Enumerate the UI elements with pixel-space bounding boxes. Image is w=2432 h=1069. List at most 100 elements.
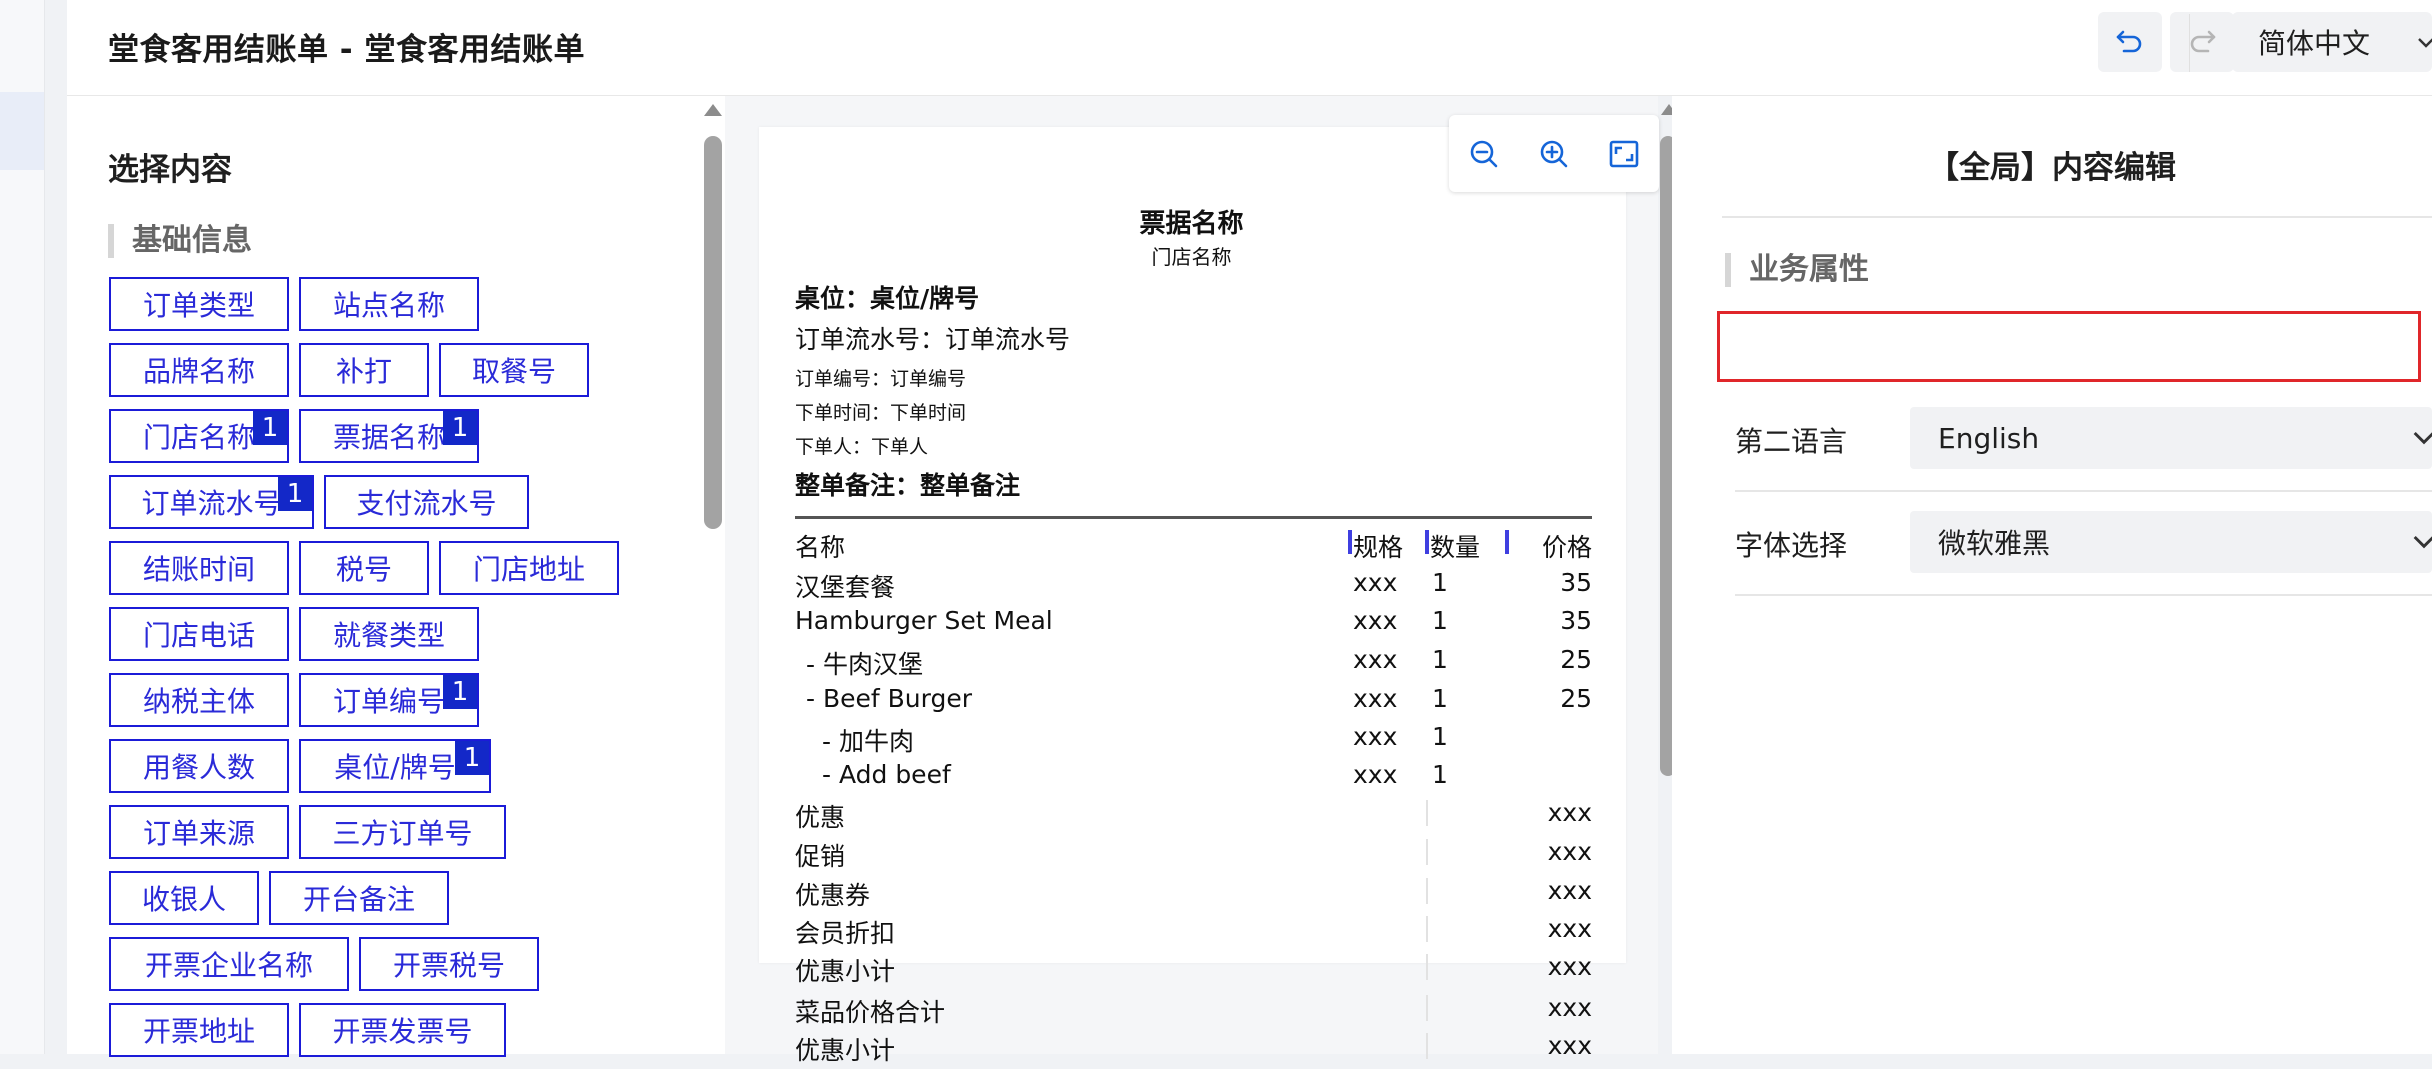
field-chip[interactable]: 门店电话 xyxy=(109,607,289,661)
field-chip[interactable]: 三方订单号 xyxy=(299,805,506,859)
col-header-name: 名称 xyxy=(795,533,846,562)
field-chip[interactable]: 订单流水号 1 xyxy=(109,475,314,529)
chip-row: 订单类型 站点名称 xyxy=(109,277,669,331)
receipt-store-name[interactable]: 门店名称 xyxy=(725,241,1658,270)
chip-row: 订单来源 三方订单号 xyxy=(109,805,669,859)
chip-row: 订单流水号 1 支付流水号 xyxy=(109,475,669,529)
column-resize-handle[interactable] xyxy=(1425,530,1429,554)
field-chip-label: 门店地址 xyxy=(472,553,585,586)
field-chip[interactable]: 取餐号 xyxy=(439,343,589,397)
header-divider xyxy=(2189,14,2190,72)
field-chip[interactable]: 结账时间 xyxy=(109,541,289,595)
field-chip-label: 站点名称 xyxy=(332,289,445,322)
field-chip[interactable]: 开票税号 xyxy=(359,937,539,991)
col-header-qty: 数量 xyxy=(1430,533,1481,562)
receipt-item-spec: xxx xyxy=(1353,684,1398,713)
field-chip[interactable]: 开票发票号 xyxy=(299,1003,506,1057)
field-chip[interactable]: 税号 xyxy=(299,541,429,595)
receipt-column-guide xyxy=(1426,916,1428,942)
field-chip[interactable]: 收银人 xyxy=(109,871,259,925)
receipt-item-qty: 1 xyxy=(1432,645,1448,674)
field-chip[interactable]: 就餐类型 xyxy=(299,607,479,661)
receipt-item-qty: 1 xyxy=(1432,722,1448,751)
receipt-item-name: 汉堡套餐 xyxy=(795,573,896,602)
field-chip[interactable]: 订单编号 1 xyxy=(299,673,479,727)
redo-button[interactable] xyxy=(2170,12,2234,72)
chip-row: 收银人 开台备注 xyxy=(109,871,669,925)
receipt-summary-value: xxx xyxy=(1547,952,1592,981)
receipt-table-no[interactable]: 桌位：桌位/牌号 xyxy=(795,279,979,315)
receipt-preview-area: 票据名称 门店名称 桌位：桌位/牌号 订单流水号：订单流水号 订单编号：订单编号… xyxy=(725,96,1677,1065)
second-language-value: English xyxy=(1938,421,2040,455)
receipt-column-guide xyxy=(1426,800,1428,826)
chip-row: 纳税主体 订单编号 1 xyxy=(109,673,669,727)
field-chip[interactable]: 开票企业名称 xyxy=(109,937,349,991)
field-chip[interactable]: 品牌名称 xyxy=(109,343,289,397)
field-chip-label: 补打 xyxy=(335,355,392,388)
receipt-item-name: - Add beef xyxy=(822,760,951,789)
left-scrollbar-thumb[interactable] xyxy=(704,136,722,529)
receipt-item-spec: xxx xyxy=(1353,606,1398,635)
editor-panel-title: 【全局】内容编辑 xyxy=(1928,150,2176,186)
receipt-item-price: 25 xyxy=(1560,645,1592,674)
field-chip[interactable]: 订单类型 xyxy=(109,277,289,331)
receipt-summary-label: 优惠小计 xyxy=(795,957,896,986)
language-select[interactable]: 简体中文 xyxy=(2232,12,2432,72)
chip-row: 开票地址 开票发票号 xyxy=(109,1003,669,1057)
field-chip-label: 开票企业名称 xyxy=(144,949,313,982)
receipt-item-qty: 1 xyxy=(1432,606,1448,635)
page-title: 堂食客用结账单 - 堂食客用结账单 xyxy=(108,32,585,68)
receipt-column-guide xyxy=(1426,878,1428,904)
receipt-summary-value: xxx xyxy=(1547,1031,1592,1060)
scroll-up-arrow-icon[interactable] xyxy=(704,104,722,116)
receipt-order-no[interactable]: 订单编号：订单编号 xyxy=(795,364,966,391)
receipt-serial-no[interactable]: 订单流水号：订单流水号 xyxy=(795,320,1070,356)
receipt-summary-value: xxx xyxy=(1547,798,1592,827)
zoom-out-icon[interactable] xyxy=(1467,137,1501,171)
editor-title-divider xyxy=(1722,216,2432,218)
field-chip-label: 桌位/牌号 xyxy=(334,751,456,784)
receipt-item-price: 35 xyxy=(1560,568,1592,597)
field-chip-count-badge: 1 xyxy=(253,411,287,445)
field-chip[interactable]: 桌位/牌号 1 xyxy=(299,739,491,793)
field-chip[interactable]: 补打 xyxy=(299,343,429,397)
field-chip[interactable]: 订单来源 xyxy=(109,805,289,859)
receipt-item-name: - Beef Burger xyxy=(806,684,972,713)
field-chip-list: 订单类型 站点名称 品牌名称 补打 取餐号 门店名称 1 票据名称 1 订单流水号 1 支付流水号 结账… xyxy=(109,277,669,1069)
receipt-remark[interactable]: 整单备注：整单备注 xyxy=(795,466,1020,502)
field-chip[interactable]: 开台备注 xyxy=(269,871,449,925)
receipt-item-price: 25 xyxy=(1560,684,1592,713)
field-chip[interactable]: 站点名称 xyxy=(299,277,479,331)
receipt-item-price: 35 xyxy=(1560,606,1592,635)
field-chip[interactable]: 票据名称 1 xyxy=(299,409,479,463)
chip-row: 开票企业名称 开票税号 xyxy=(109,937,669,991)
field-chip-label: 票据名称 xyxy=(332,421,445,454)
fit-screen-icon[interactable] xyxy=(1607,137,1641,171)
column-resize-handle[interactable] xyxy=(1348,530,1352,554)
receipt-item-name: Hamburger Set Meal xyxy=(795,606,1053,635)
receipt-column-guide xyxy=(1426,995,1428,1021)
font-select[interactable]: 微软雅黑 xyxy=(1910,511,2432,573)
undo-icon xyxy=(2116,30,2142,53)
second-language-select[interactable]: English xyxy=(1910,407,2432,469)
left-nav-active-item[interactable] xyxy=(0,92,44,170)
field-chip[interactable]: 纳税主体 xyxy=(109,673,289,727)
receipt-summary-label: 菜品价格合计 xyxy=(795,998,946,1027)
chevron-down-icon xyxy=(2413,535,2432,549)
field-chip[interactable]: 支付流水号 xyxy=(324,475,529,529)
field-chip[interactable]: 门店名称 1 xyxy=(109,409,289,463)
section-title-business-props: 业务属性 xyxy=(1725,253,1869,287)
receipt-item-name: - 加牛肉 xyxy=(822,727,914,756)
undo-button[interactable] xyxy=(2098,12,2162,72)
field-chip-label: 支付流水号 xyxy=(356,487,497,520)
field-chip[interactable]: 门店地址 xyxy=(439,541,619,595)
field-chip[interactable]: 用餐人数 xyxy=(109,739,289,793)
column-resize-handle[interactable] xyxy=(1505,530,1509,554)
zoom-in-icon[interactable] xyxy=(1537,137,1571,171)
receipt-orderer[interactable]: 下单人：下单人 xyxy=(795,432,928,459)
field-chip[interactable]: 开票地址 xyxy=(109,1003,289,1057)
receipt-order-time[interactable]: 下单时间：下单时间 xyxy=(795,398,966,425)
field-chip-label: 开台备注 xyxy=(302,883,415,916)
field-chip-label: 就餐类型 xyxy=(332,619,445,652)
receipt-title[interactable]: 票据名称 xyxy=(725,203,1658,240)
